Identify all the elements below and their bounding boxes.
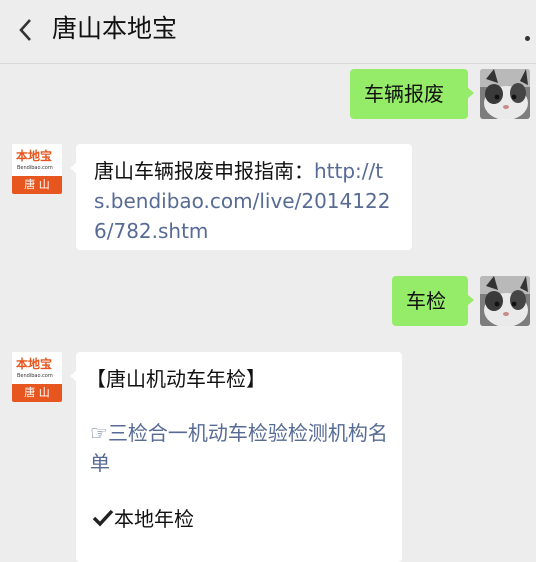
logo-top: 本地宝 Bendibao.com: [12, 352, 62, 384]
cat-avatar-icon: [480, 276, 530, 326]
user-avatar[interactable]: [480, 276, 530, 326]
incoming-message-bubble[interactable]: 唐山车辆报废申报指南：http://ts.bendibao.com/live/2…: [70, 144, 412, 250]
message-text: 车辆报废: [364, 82, 444, 106]
message-prefix-text: 唐山车辆报废申报指南：: [94, 159, 314, 183]
checkmark-icon: [92, 509, 114, 527]
check-line: 本地年检: [92, 504, 388, 534]
logo-domain-text: Bendibao.com: [17, 165, 53, 171]
logo-bottom: 唐 山: [12, 176, 62, 194]
outgoing-message-bubble[interactable]: 车检: [392, 276, 474, 326]
logo-top-text: 本地宝: [16, 149, 53, 163]
logo-bottom: 唐 山: [12, 384, 62, 402]
message-text: 车检: [406, 289, 446, 313]
user-avatar[interactable]: [480, 69, 530, 119]
chat-header: 唐山本地宝: [0, 0, 536, 64]
bendibao-logo[interactable]: 本地宝 Bendibao.com 唐 山: [12, 352, 62, 402]
bendibao-logo[interactable]: 本地宝 Bendibao.com 唐 山: [12, 144, 62, 194]
more-menu-icon[interactable]: [525, 36, 530, 41]
pointing-hand-icon: ☞: [90, 421, 108, 445]
chat-title: 唐山本地宝: [52, 14, 178, 43]
message-link[interactable]: ☞三检合一机动车检验检测机构名单: [90, 418, 388, 478]
logo-top-text: 本地宝: [16, 357, 53, 371]
logo-top: 本地宝 Bendibao.com: [12, 144, 62, 176]
outgoing-message-bubble[interactable]: 车辆报废: [350, 69, 474, 119]
back-arrow-icon[interactable]: [14, 16, 38, 44]
incoming-message-bubble[interactable]: 【唐山机动车年检】 ☞三检合一机动车检验检测机构名单 本地年检: [70, 352, 402, 562]
check-text: 本地年检: [114, 507, 194, 531]
logo-domain-text: Bendibao.com: [17, 373, 53, 379]
message-link-text: 三检合一机动车检验检测机构名单: [90, 421, 388, 475]
cat-avatar-icon: [480, 69, 530, 119]
message-heading: 【唐山机动车年检】: [86, 367, 266, 391]
